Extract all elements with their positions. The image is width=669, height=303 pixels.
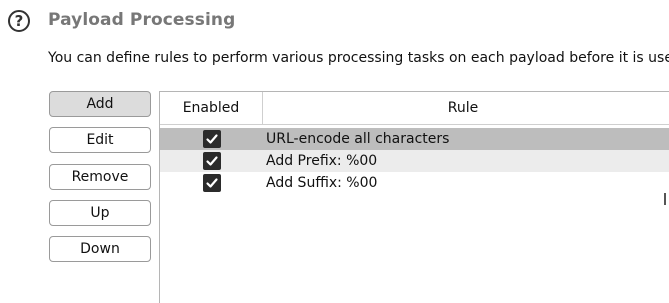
rule-cell: URL-encode all characters bbox=[266, 131, 450, 147]
rule-cell: Add Suffix: %00 bbox=[266, 175, 378, 191]
checkmark-icon bbox=[206, 156, 218, 166]
resize-handle[interactable] bbox=[664, 193, 666, 205]
payload-processing-panel: ? Payload Processing You can define rule… bbox=[0, 0, 669, 303]
enabled-checkbox[interactable] bbox=[203, 174, 221, 192]
section-title: Payload Processing bbox=[48, 10, 236, 30]
enabled-checkbox[interactable] bbox=[203, 130, 221, 148]
help-icon[interactable]: ? bbox=[8, 10, 30, 32]
checkmark-icon bbox=[206, 134, 218, 144]
rule-cell: Add Prefix: %00 bbox=[266, 153, 378, 169]
column-header-enabled[interactable]: Enabled bbox=[160, 92, 263, 124]
enabled-checkbox[interactable] bbox=[203, 152, 221, 170]
checkmark-icon bbox=[206, 178, 218, 188]
up-button[interactable]: Up bbox=[49, 200, 151, 226]
table-row[interactable]: URL-encode all characters bbox=[160, 128, 669, 150]
rules-table: Enabled Rule URL-encode all characters A… bbox=[159, 91, 669, 303]
add-button[interactable]: Add bbox=[49, 91, 151, 117]
remove-button[interactable]: Remove bbox=[49, 164, 151, 190]
table-row[interactable]: Add Suffix: %00 bbox=[160, 172, 669, 194]
down-button[interactable]: Down bbox=[49, 236, 151, 262]
section-description: You can define rules to perform various … bbox=[48, 50, 669, 66]
edit-button[interactable]: Edit bbox=[49, 127, 151, 153]
column-header-rule[interactable]: Rule bbox=[263, 92, 663, 124]
table-header: Enabled Rule bbox=[160, 92, 669, 125]
table-row[interactable]: Add Prefix: %00 bbox=[160, 150, 669, 172]
